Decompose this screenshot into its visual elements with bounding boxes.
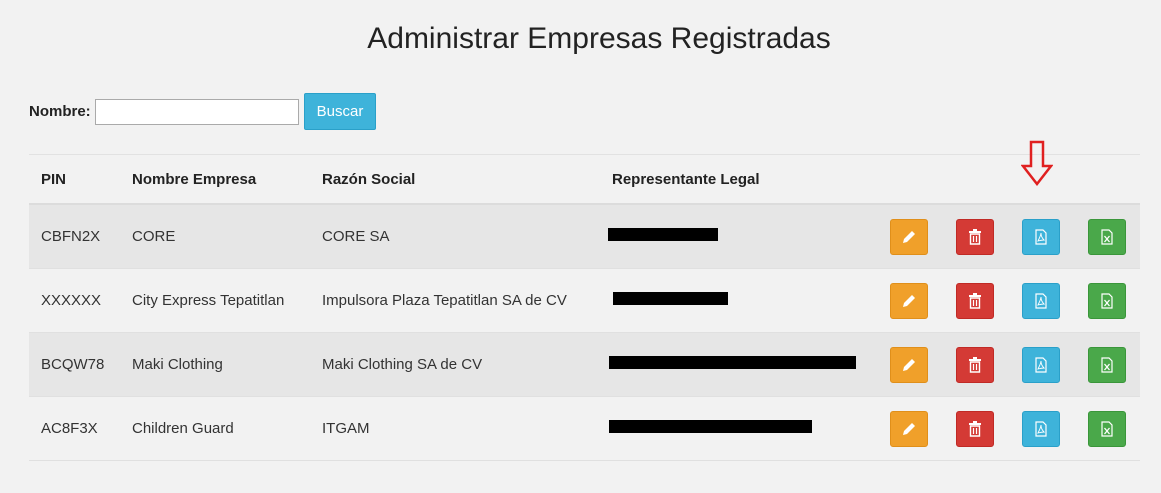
search-button[interactable]: Buscar <box>303 93 377 130</box>
edit-button[interactable] <box>889 218 928 255</box>
redacted-text <box>609 420 812 433</box>
delete-button[interactable] <box>956 282 994 319</box>
table-row: BCQW78 Maki Clothing Maki Clothing SA de C… <box>29 332 1140 397</box>
delete-button[interactable] <box>956 218 994 255</box>
excel-button[interactable] <box>1088 346 1126 383</box>
cell-representante-legal <box>600 397 875 461</box>
excel-button[interactable] <box>1088 282 1126 319</box>
cell-pin: AC8F3X <box>41 420 98 437</box>
pdf-file-icon <box>1035 420 1047 437</box>
edit-button[interactable] <box>889 282 928 319</box>
cell-representante-legal <box>600 333 875 397</box>
cell-nombre-empresa: City Express Tepatitlan <box>132 292 285 309</box>
search-label: Nombre: <box>29 103 91 120</box>
table-header-row: PIN Nombre Empresa Razón Social Represen… <box>29 155 1140 205</box>
table-row: AC8F3X Children Guard ITGAM <box>29 397 1140 461</box>
pdf-file-icon <box>1035 228 1047 245</box>
excel-file-icon <box>1101 420 1113 437</box>
delete-button[interactable] <box>956 346 994 383</box>
cell-nombre-empresa: CORE <box>132 228 176 245</box>
header-nombre-empresa: Nombre Empresa <box>120 155 310 205</box>
excel-file-icon <box>1101 228 1113 245</box>
trash-icon <box>969 228 981 245</box>
cell-razon-social: Impulsora Plaza Tepatitlan SA de CV <box>322 292 567 309</box>
search-input[interactable] <box>94 98 299 125</box>
header-pin: PIN <box>29 155 120 205</box>
trash-icon <box>969 420 981 437</box>
pdf-button[interactable] <box>1022 346 1060 383</box>
delete-button[interactable] <box>956 410 994 447</box>
pdf-button[interactable] <box>1022 282 1060 319</box>
edit-button[interactable] <box>889 410 928 447</box>
redacted-text <box>608 228 718 241</box>
table-row: CBFN2X CORE CORE SA <box>29 204 1140 269</box>
cell-pin: BCQW78 <box>41 356 105 373</box>
excel-file-icon <box>1101 292 1113 309</box>
table-row: XXXXXX City Express Tepatitlan Impulsora P… <box>29 269 1140 333</box>
header-razon-social: Razón Social <box>310 155 600 205</box>
cell-pin: CBFN2X <box>41 228 101 245</box>
cell-razon-social: Maki Clothing SA de CV <box>322 356 483 373</box>
pencil-icon <box>902 294 915 307</box>
pencil-icon <box>902 422 915 435</box>
pdf-button[interactable] <box>1022 410 1060 447</box>
cell-pin: XXXXXX <box>41 292 102 309</box>
cell-nombre-empresa: Maki Clothing <box>132 356 223 373</box>
edit-button[interactable] <box>889 346 928 383</box>
cell-razon-social: ITGAM <box>322 420 370 437</box>
pdf-file-icon <box>1035 356 1047 373</box>
cell-nombre-empresa: Children Guard <box>132 420 234 437</box>
pencil-icon <box>902 230 915 243</box>
redacted-text <box>609 356 856 369</box>
cell-representante-legal <box>600 204 875 269</box>
excel-file-icon <box>1101 356 1113 373</box>
redacted-text <box>613 292 728 305</box>
pencil-icon <box>902 358 915 371</box>
trash-icon <box>969 356 981 373</box>
trash-icon <box>969 292 981 309</box>
companies-table: PIN Nombre Empresa Razón Social Represen… <box>29 155 1140 461</box>
excel-button[interactable] <box>1088 218 1126 255</box>
excel-button[interactable] <box>1088 410 1126 447</box>
cell-razon-social: CORE SA <box>322 228 390 245</box>
cell-representante-legal <box>600 269 875 333</box>
pdf-file-icon <box>1035 292 1047 309</box>
search-bar: Nombre: Buscar <box>29 93 377 130</box>
pdf-button[interactable] <box>1022 218 1060 255</box>
header-representante-legal: Representante Legal <box>600 155 875 205</box>
page-title: Administrar Empresas Registradas <box>367 22 831 55</box>
